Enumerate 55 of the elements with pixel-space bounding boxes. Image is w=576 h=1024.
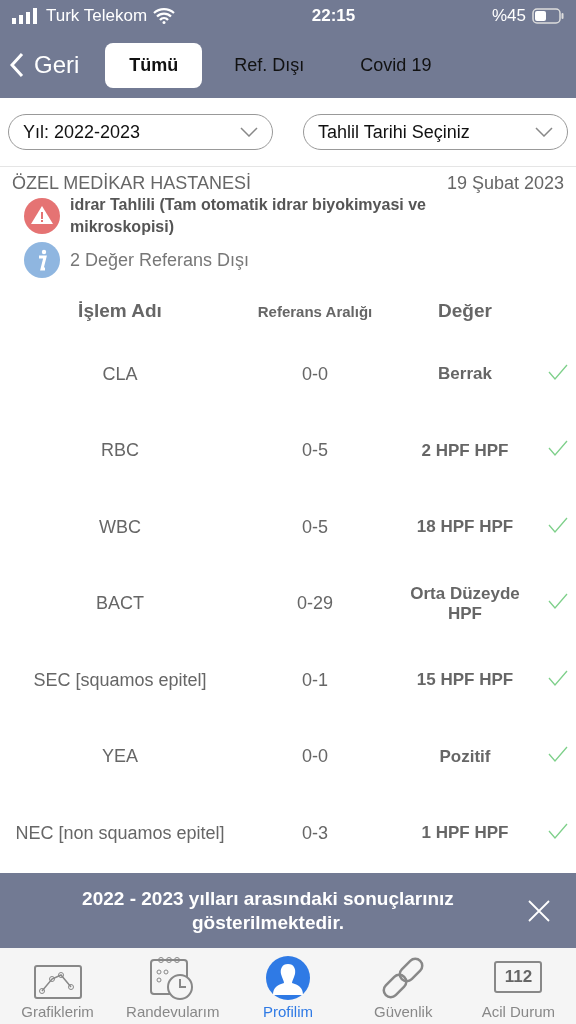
tab-bar-item[interactable]: Randevularım <box>115 948 231 1024</box>
close-button[interactable] <box>528 900 550 922</box>
profile-icon <box>265 955 311 1001</box>
test-item-name: YEA <box>102 746 138 768</box>
reference-range: 0-0 <box>302 746 328 768</box>
result-value: Orta Düzeyde HPF <box>409 583 521 624</box>
report-date: 19 Şubat 2023 <box>446 173 564 194</box>
battery-percent: %45 <box>491 6 526 26</box>
tab-bar-item[interactable]: 112 Acil Durum <box>460 948 576 1024</box>
result-value: Berrak <box>438 364 492 385</box>
back-chevron-icon <box>10 52 24 78</box>
info-icon <box>24 242 60 278</box>
reference-range: 0-5 <box>302 516 328 538</box>
tab-bar-item[interactable]: Grafiklerim <box>0 948 116 1024</box>
warning-icon <box>24 198 60 234</box>
tab-bar-item[interactable]: Profilim <box>230 948 346 1024</box>
chevron-down-icon <box>240 127 258 137</box>
chevron-down-icon <box>535 127 553 137</box>
reference-range: 0-5 <box>302 440 328 462</box>
reference-range: 0-0 <box>302 363 328 385</box>
out-of-range-info: 2 Değer Referans Dışı <box>70 249 250 271</box>
tab-bar-item[interactable]: Güvenlik <box>345 948 461 1024</box>
test-item-name: SEC [squamos epitel] <box>33 669 207 691</box>
filter-tab[interactable]: Ref. Dışı <box>210 42 329 88</box>
test-name: idrar Tahlili (Tam otomatik idrar biyokimyasi ve mikroskopisi) <box>70 195 427 237</box>
emergency-number-icon: 112 <box>494 961 543 993</box>
test-item-name: NEC [non squamos epitel] <box>15 822 225 844</box>
test-item-name: WBC <box>99 516 141 538</box>
battery-icon <box>532 8 564 24</box>
test-item-name: CLA <box>102 363 138 385</box>
dropdown[interactable]: Tahlil Tarihi Seçiniz <box>303 114 568 150</box>
result-value: 15 HPF HPF <box>416 670 514 691</box>
result-value: 18 HPF HPF <box>416 517 514 538</box>
reference-range: 0-29 <box>297 593 333 615</box>
dropdown[interactable]: Yıl: 2022-2023 <box>8 114 273 150</box>
test-item-name: RBC <box>101 440 139 462</box>
filter-tab[interactable]: Tümü <box>105 42 203 88</box>
result-value: Pozitif <box>439 746 491 767</box>
reference-range: 0-3 <box>302 822 328 844</box>
wifi-icon <box>153 8 176 24</box>
signal-icon <box>12 8 40 24</box>
status-time: 22:15 <box>311 6 356 25</box>
column-header: Referans Aralığı <box>256 302 374 320</box>
back-button[interactable]: Geri <box>10 51 98 79</box>
carrier-name: Turk Telekom <box>46 6 148 26</box>
test-item-name: BACT <box>96 593 144 615</box>
column-header: İşlem Adı <box>77 300 163 322</box>
result-value: 2 HPF HPF <box>421 440 509 461</box>
column-header: Değer <box>437 300 493 322</box>
hospital-name: ÖZEL MEDİKAR HASTANESİ <box>12 173 252 194</box>
line-chart-icon <box>33 965 82 1001</box>
filter-tab[interactable]: Covid 19 <box>336 42 456 88</box>
result-value: 1 HPF HPF <box>421 823 509 844</box>
reference-range: 0-1 <box>302 669 328 691</box>
banner-message: 2022 - 2023 yılları arasındaki sonuçlarınız gösterilmektedir. <box>81 886 455 935</box>
